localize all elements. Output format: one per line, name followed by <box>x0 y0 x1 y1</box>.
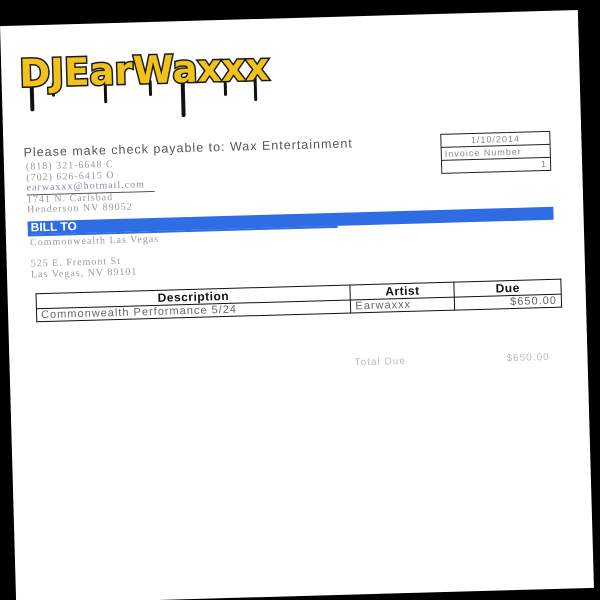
total-due-value: $650.00 <box>506 351 550 365</box>
bill-to-block: Commonwealth Las Vegas 525 E. Fremont St… <box>30 234 160 281</box>
line-items-table: Description Artist Due Commonwealth Perf… <box>36 279 563 323</box>
total-due-label: Total Due <box>354 355 406 369</box>
sender-contact-block: (818) 321-6648 C (702) 626-6415 O earwax… <box>26 159 156 216</box>
invoice-meta-box: 1/10/2014 Invoice Number 1 <box>440 130 552 174</box>
logo-wordmark: DJEarWaxxx <box>19 45 270 96</box>
invoice-number: 1 <box>540 158 548 170</box>
client-city: Las Vegas, NV 89101 <box>30 266 138 281</box>
row-artist: Earwaxxx <box>350 297 455 313</box>
djearwaxxx-logo: DJEarWaxxx <box>17 43 271 118</box>
payable-to-line: Please make check payable to: Wax Entert… <box>23 136 353 160</box>
invoice-page: DJEarWaxxx Please make check payable to:… <box>0 10 594 600</box>
scan-background: DJEarWaxxx Please make check payable to:… <box>0 0 600 600</box>
row-due: $650.00 <box>454 294 562 311</box>
sender-city: Henderson NV 89052 <box>27 201 133 216</box>
